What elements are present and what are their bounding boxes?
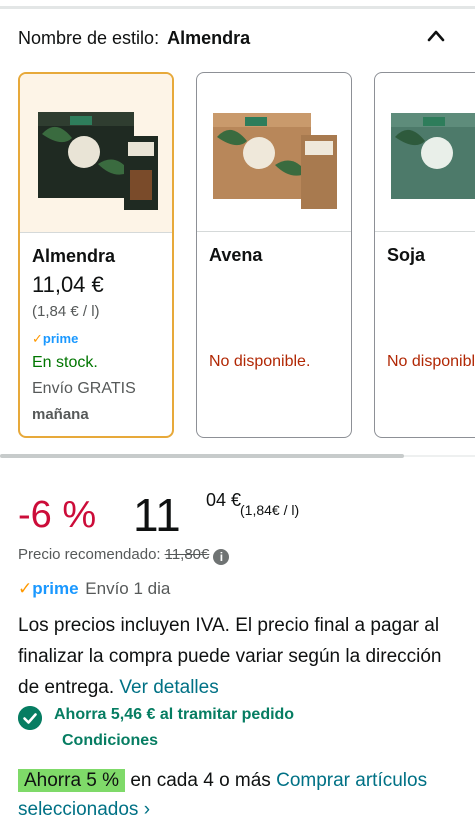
shipping-info: Envío GRATIS (32, 380, 136, 397)
option-price: 11,04 € (32, 272, 104, 297)
style-value: Almendra (167, 28, 251, 48)
option-unit-price: (1,84 € / l) (32, 303, 100, 320)
chevron-up-icon[interactable] (425, 26, 447, 46)
product-image-soja (375, 73, 475, 232)
option-name: Almendra (32, 246, 116, 266)
style-option-avena[interactable]: Avena No disponible. (196, 72, 352, 438)
price-per-unit: (1,84€ / l) (240, 502, 300, 518)
bulk-promo: Ahorra 5 % en cada 4 o más Comprar artíc… (18, 766, 458, 824)
vat-notice: Los precios incluyen IVA. El precio fina… (18, 610, 458, 703)
prime-shipping-row: ✓prime Envío 1 dia (18, 579, 170, 599)
style-option-soja[interactable]: Soja No disponible. (374, 72, 475, 438)
style-option-almendra[interactable]: Almendra 11,04 € (1,84 € / l) ✓prime En … (18, 72, 174, 438)
recommended-value: 11,80€ (164, 546, 210, 563)
promo-badge: Ahorra 5 % (18, 769, 126, 792)
recommended-label: Precio recomendado: (18, 546, 161, 563)
vat-text: Los precios incluyen IVA. El precio fina… (18, 615, 442, 698)
top-divider (0, 6, 475, 9)
option-name: Avena (209, 245, 263, 265)
stock-status: En stock. (32, 354, 98, 371)
checkmark-circle-icon (18, 706, 42, 730)
coupon-text: Ahorra 5,46 € al tramitar pedido (54, 706, 295, 723)
prime-shipping-text: Envío 1 dia (85, 579, 171, 598)
price-whole: 11 (133, 489, 181, 541)
info-icon[interactable]: i (213, 549, 230, 565)
discount-percentage: -6 % (18, 494, 97, 536)
price-block: -6 % 11 04 € (1,84€ / l) (18, 486, 458, 541)
prime-badge: ✓prime (32, 331, 79, 346)
product-image-almendra (20, 74, 172, 233)
prime-logo: prime (32, 579, 79, 598)
vat-details-link[interactable]: Ver detalles (119, 677, 218, 698)
shipping-day: mañana (32, 406, 89, 423)
style-options-carousel[interactable]: Almendra 11,04 € (1,84 € / l) ✓prime En … (0, 70, 475, 442)
price-fraction: 04 € (206, 490, 242, 510)
coupon-conditions-link[interactable]: Condiciones (62, 732, 158, 750)
availability-status: No disponible. (387, 353, 475, 370)
style-selector-header[interactable]: Nombre de estilo: Almendra (18, 28, 458, 54)
style-label: Nombre de estilo: (18, 28, 160, 48)
carousel-scrollbar[interactable] (0, 454, 404, 458)
recommended-price: Precio recomendado: 11,80€ i (18, 546, 230, 565)
product-image-avena (197, 73, 351, 232)
option-name: Soja (387, 245, 426, 265)
prime-check-icon: ✓ (32, 331, 43, 346)
prime-check-icon: ✓ (18, 579, 33, 598)
availability-status: No disponible. (209, 353, 311, 370)
promo-text: en cada 4 o más (130, 770, 271, 791)
